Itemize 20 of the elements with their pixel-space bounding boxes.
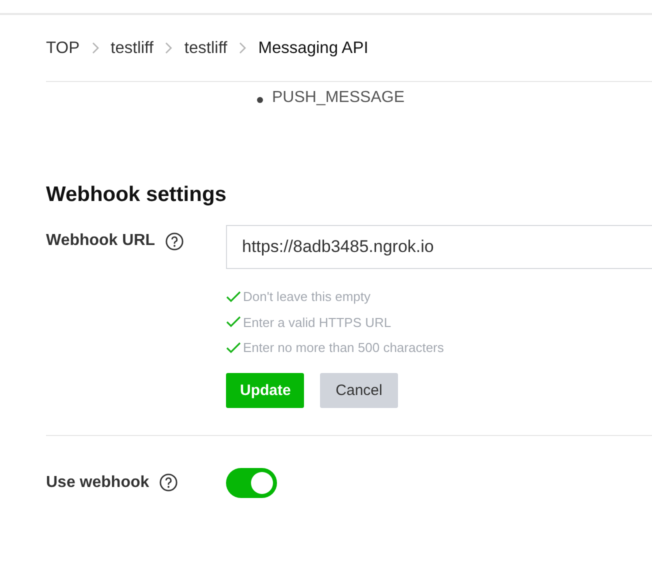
- breadcrumb-current: Messaging API: [258, 38, 368, 58]
- help-icon[interactable]: [165, 232, 184, 250]
- validation-message: Enter no more than 500 characters: [243, 340, 444, 356]
- breadcrumb-link[interactable]: TOP: [46, 38, 80, 58]
- toggle-switch[interactable]: [226, 468, 277, 498]
- chevron-icon: [165, 42, 172, 54]
- validation-message: Don't leave this empty: [243, 289, 370, 304]
- field-label: Webhook URL: [46, 232, 156, 250]
- validation-message: Enter a valid HTTPS URL: [243, 314, 392, 330]
- url-field[interactable]: https://8adb3485.ngrok.io: [226, 225, 652, 269]
- breadcrumb-link[interactable]: testliff: [110, 38, 154, 58]
- cancel-button[interactable]: Cancel: [320, 372, 398, 408]
- section-title: Webhook settings: [46, 183, 228, 208]
- help-icon[interactable]: [159, 473, 178, 492]
- bullet-icon: [257, 97, 263, 103]
- chevron-icon: [92, 42, 99, 54]
- breadcrumb-link[interactable]: testliff: [184, 38, 228, 58]
- field-label: Use webhook: [46, 474, 150, 492]
- list-item: PUSH_MESSAGE: [272, 89, 404, 106]
- chevron-icon: [239, 42, 246, 54]
